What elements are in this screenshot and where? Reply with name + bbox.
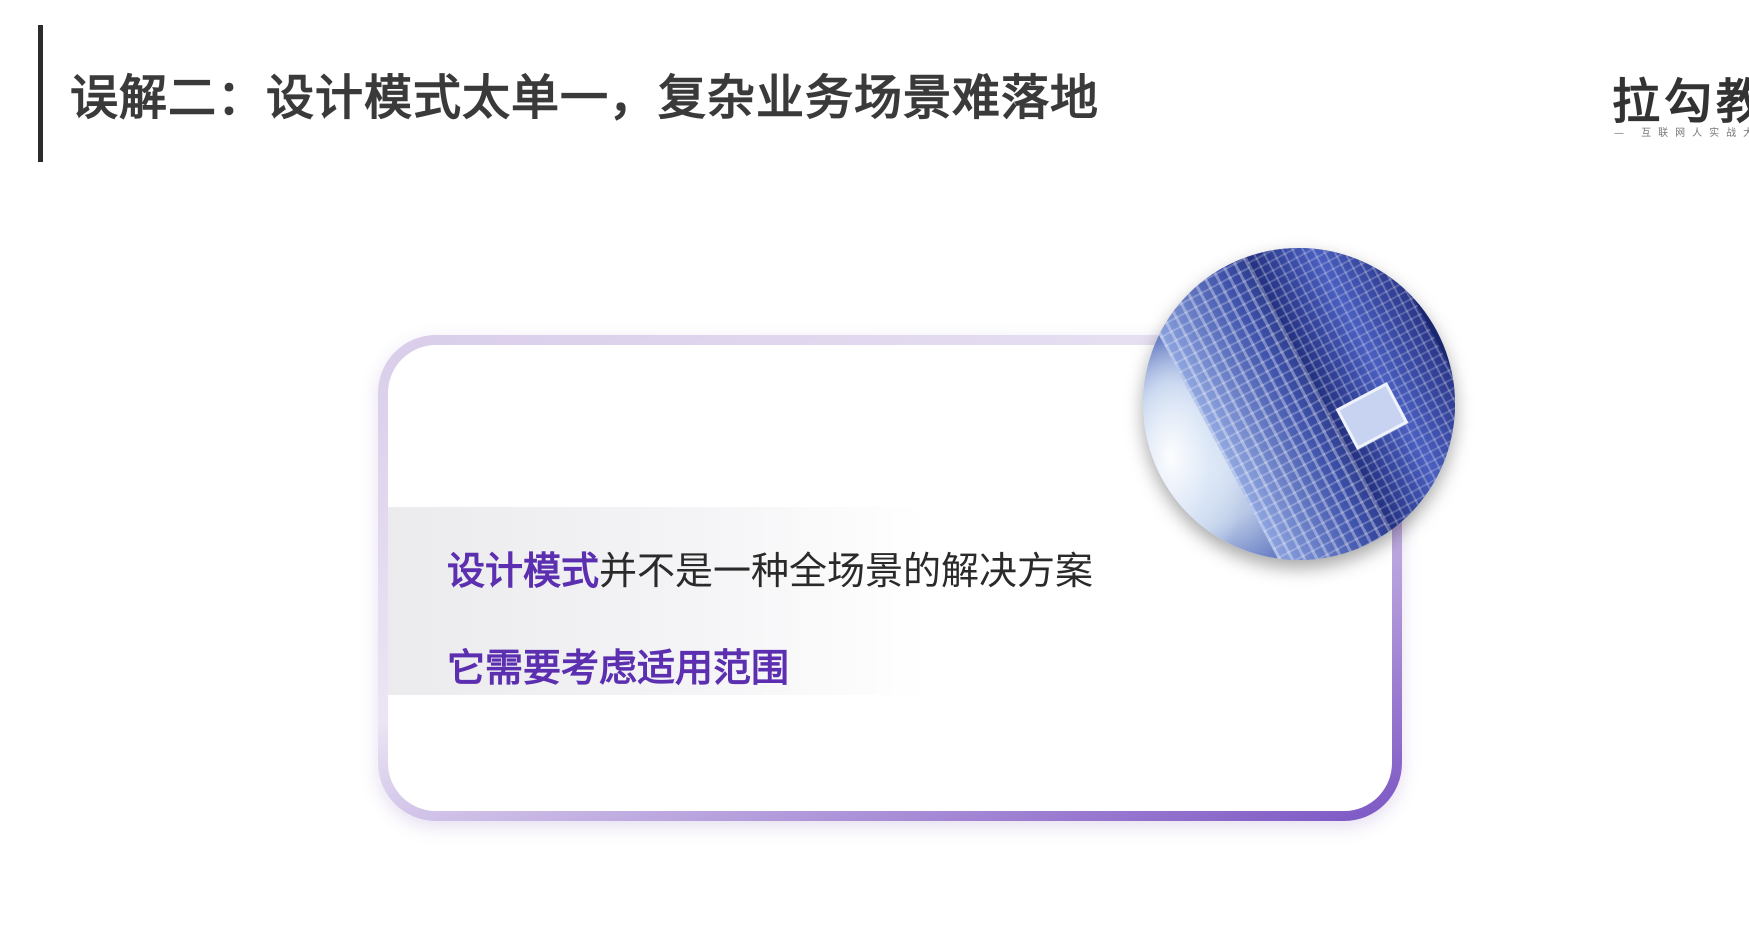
statement-line-2: 它需要考虑适用范围 [447,646,790,690]
logo: 拉勾教 — 互联网人实战大 [1612,62,1749,139]
slide-title: 误解二：设计模式太单一，复杂业务场景难落地 [70,70,1100,126]
logo-tagline: — 互联网人实战大 [1614,128,1749,139]
building-photo [1143,248,1455,560]
statement-rest: 并不是一种全场景的解决方案 [599,549,1094,593]
slide: 误解二：设计模式太单一，复杂业务场景难落地 拉勾教 — 互联网人实战大 设计模式… [0,0,1749,929]
statement-accent: 设计模式 [447,549,600,593]
title-accent-bar [38,25,43,162]
statement-line-1: 设计模式并不是一种全场景的解决方案 [447,540,1093,595]
logo-text: 拉勾教 [1612,74,1749,130]
